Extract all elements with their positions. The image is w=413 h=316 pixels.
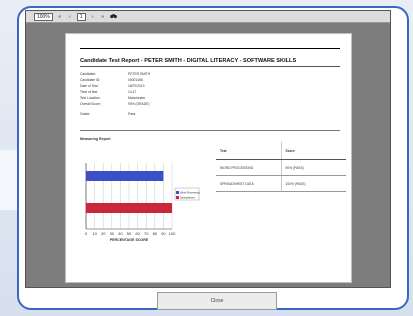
legend-label: Word Processing	[180, 191, 200, 195]
report-viewer: 100% « ‹ 1 › » Candidate Test Report - P…	[25, 10, 391, 288]
viewer-toolbar: 100% « ‹ 1 › »	[26, 11, 390, 23]
table-row: SPREADSHEET DATA 100% (PASS)	[216, 176, 346, 192]
candidate-info: Candidate: PETER SMITH Candidate ID: 00001…	[80, 71, 150, 117]
table-header-row: Test Score	[216, 142, 346, 160]
x-tick-label: 40	[118, 231, 123, 236]
x-tick-label: 10	[92, 231, 97, 236]
table-header: Score	[280, 142, 347, 159]
x-tick-label: 80	[153, 231, 158, 236]
legend-swatch	[176, 196, 179, 199]
close-button[interactable]: Close	[157, 292, 277, 310]
table-cell: 100% (PASS)	[280, 176, 347, 191]
table-cell: SPREADSHEET DATA	[220, 181, 254, 186]
x-tick-label: 50	[127, 231, 132, 236]
table-row: WORD PROCESSING 90% (PASS)	[216, 160, 346, 176]
top-rule	[80, 48, 340, 49]
x-tick-label: 90	[161, 231, 166, 236]
table-header: Test	[220, 148, 227, 153]
next-page-button[interactable]: ›	[90, 13, 96, 21]
bar	[86, 203, 172, 213]
x-tick-label: 30	[110, 231, 115, 236]
binoculars-icon[interactable]	[109, 13, 117, 21]
first-page-button[interactable]: «	[57, 13, 63, 21]
x-tick-label: 0	[85, 231, 88, 236]
legend-swatch	[176, 191, 179, 194]
section-heading: Measuring Report	[80, 137, 111, 141]
bar	[86, 171, 164, 181]
report-page: Candidate Test Report - PETER SMITH - DI…	[65, 33, 352, 283]
legend-label: Spreadsheet	[180, 196, 195, 200]
page-number-input[interactable]: 1	[76, 12, 86, 21]
zoom-select[interactable]: 100%	[34, 12, 53, 21]
section-rule	[80, 130, 340, 131]
info-row: Grade: Pass	[80, 112, 136, 116]
title-rule	[80, 66, 340, 67]
x-tick-label: 60	[135, 231, 140, 236]
x-tick-label: 100	[169, 231, 176, 236]
x-tick-label: 20	[101, 231, 106, 236]
results-table: Test Score WORD PROCESSING 90% (PASS) SP…	[216, 142, 346, 192]
x-axis-label: PERCENTAGE SCORE	[110, 238, 149, 242]
last-page-button[interactable]: »	[100, 13, 106, 21]
info-row: Overall Score: 90% (GRADE)	[80, 102, 150, 106]
score-chart: 0 10 20 30 40 50 60 70 80 90 100PERCENTAGE SCOREWo…	[85, 163, 200, 242]
prev-page-button[interactable]: ‹	[67, 13, 73, 21]
table-cell: WORD PROCESSING	[220, 165, 254, 170]
table-cell: 90% (PASS)	[280, 160, 347, 175]
x-tick-label: 70	[144, 231, 149, 236]
report-title: Candidate Test Report - PETER SMITH - DI…	[80, 58, 297, 64]
